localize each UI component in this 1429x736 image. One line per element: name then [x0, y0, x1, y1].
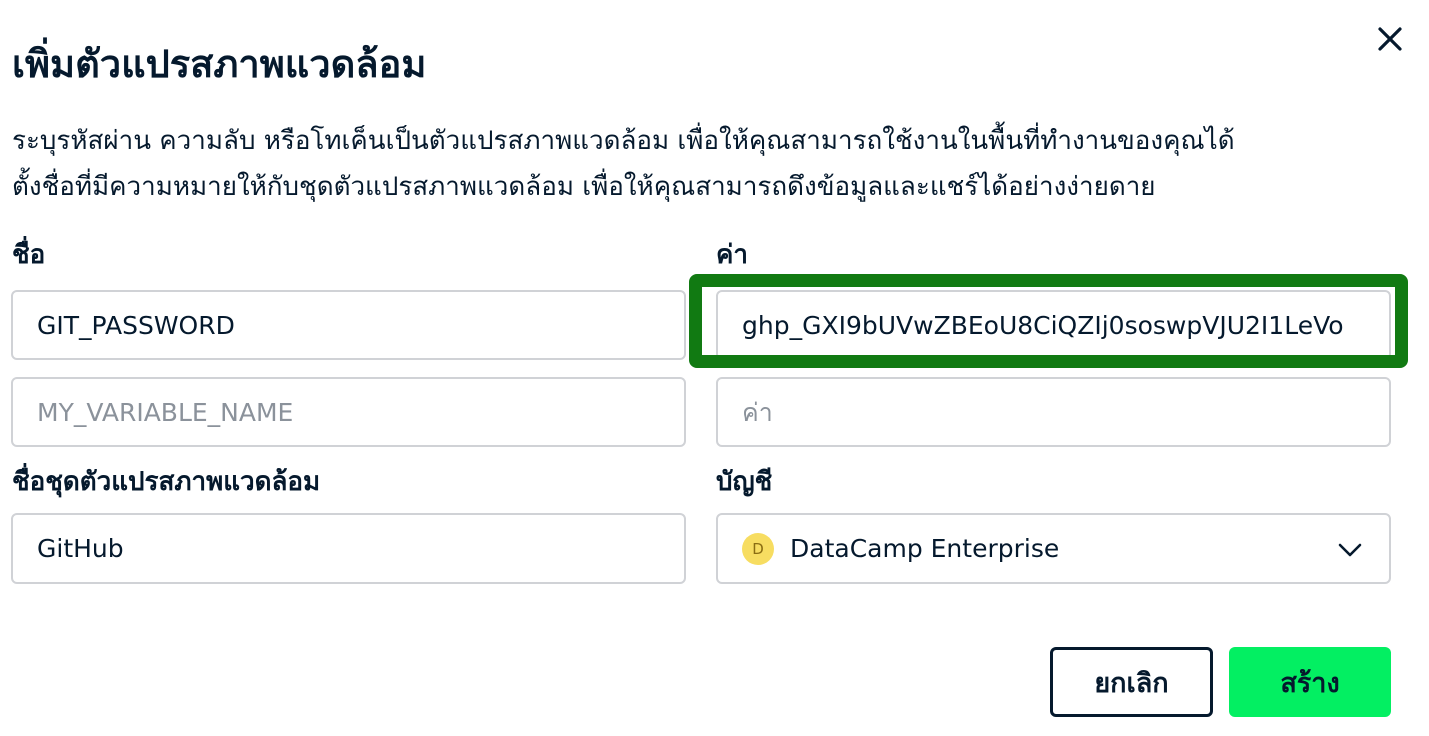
- account-selected-value: DataCamp Enterprise: [790, 534, 1060, 563]
- description-line-1: ระบุรหัสผ่าน ความลับ หรือโทเค็นเป็นตัวแป…: [12, 126, 1235, 156]
- account-label: บัญชี: [716, 467, 773, 497]
- variable-value-input-2[interactable]: [716, 377, 1391, 447]
- variable-name-input-2[interactable]: [11, 377, 686, 447]
- dialog-title: เพิ่มตัวแปรสภาพแวดล้อม: [12, 42, 427, 86]
- variable-name-input-1[interactable]: [11, 290, 686, 360]
- account-select[interactable]: D DataCamp Enterprise: [716, 513, 1391, 584]
- cancel-button[interactable]: ยกเลิก: [1050, 647, 1213, 717]
- chevron-down-icon: [1338, 543, 1362, 557]
- value-column-label: ค่า: [716, 240, 748, 270]
- add-env-variable-dialog: เพิ่มตัวแปรสภาพแวดล้อม ระบุรหัสผ่าน ความ…: [0, 0, 1429, 736]
- set-name-label: ชื่อชุดตัวแปรสภาพแวดล้อม: [12, 467, 321, 497]
- set-name-input[interactable]: [11, 513, 686, 584]
- close-button[interactable]: [1370, 20, 1410, 60]
- account-avatar: D: [742, 533, 774, 565]
- variable-value-input-1[interactable]: [716, 290, 1391, 360]
- dialog-description: ระบุรหัสผ่าน ความลับ หรือโทเค็นเป็นตัวแป…: [12, 118, 1412, 210]
- name-column-label: ชื่อ: [12, 240, 46, 270]
- close-icon: [1378, 27, 1402, 51]
- create-button[interactable]: สร้าง: [1229, 647, 1391, 717]
- description-line-2: ตั้งชื่อที่มีความหมายให้กับชุดตัวแปรสภาพ…: [12, 172, 1156, 202]
